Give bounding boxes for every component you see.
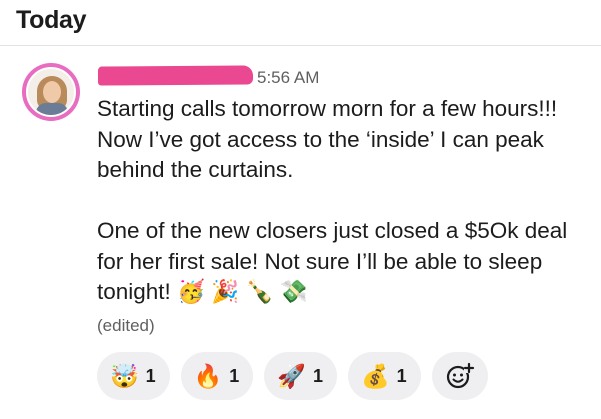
reaction-money-bag[interactable]: 💰 1 [347, 352, 421, 400]
message-timestamp[interactable]: 5:56 AM [257, 68, 319, 88]
money-bag-icon: 💰 [360, 362, 390, 389]
redacted-username [97, 65, 254, 86]
message-body: Starting calls tomorrow morn for a few h… [97, 94, 592, 308]
add-emoji-icon [446, 362, 474, 389]
add-reaction-button[interactable] [431, 352, 488, 400]
day-header: Today [16, 6, 87, 34]
reaction-exploding-head[interactable]: 🤯 1 [97, 352, 170, 400]
message-paragraph-2: One of the new closers just closed a $5O… [97, 216, 592, 308]
message-emojis: 🥳 🎉 🍾 💸 [177, 279, 308, 304]
divider [0, 45, 601, 46]
reaction-count: 1 [229, 365, 240, 386]
reaction-bar: 🤯 1 🔥 1 🚀 1 💰 1 [97, 352, 488, 400]
edited-label: (edited) [97, 316, 155, 335]
fire-icon: 🔥 [193, 362, 223, 389]
reaction-count: 1 [145, 365, 156, 386]
reaction-count: 1 [396, 365, 407, 386]
reaction-fire[interactable]: 🔥 1 [180, 352, 254, 400]
exploding-head-icon: 🤯 [110, 362, 139, 389]
rocket-icon: 🚀 [277, 362, 306, 389]
reaction-rocket[interactable]: 🚀 1 [264, 352, 337, 400]
avatar-photo [26, 67, 76, 117]
message-paragraph-1: Starting calls tomorrow morn for a few h… [97, 96, 558, 182]
message-paragraph-2-text: One of the new closers just closed a $5O… [97, 218, 568, 304]
avatar[interactable] [22, 63, 80, 121]
reaction-count: 1 [312, 365, 323, 386]
